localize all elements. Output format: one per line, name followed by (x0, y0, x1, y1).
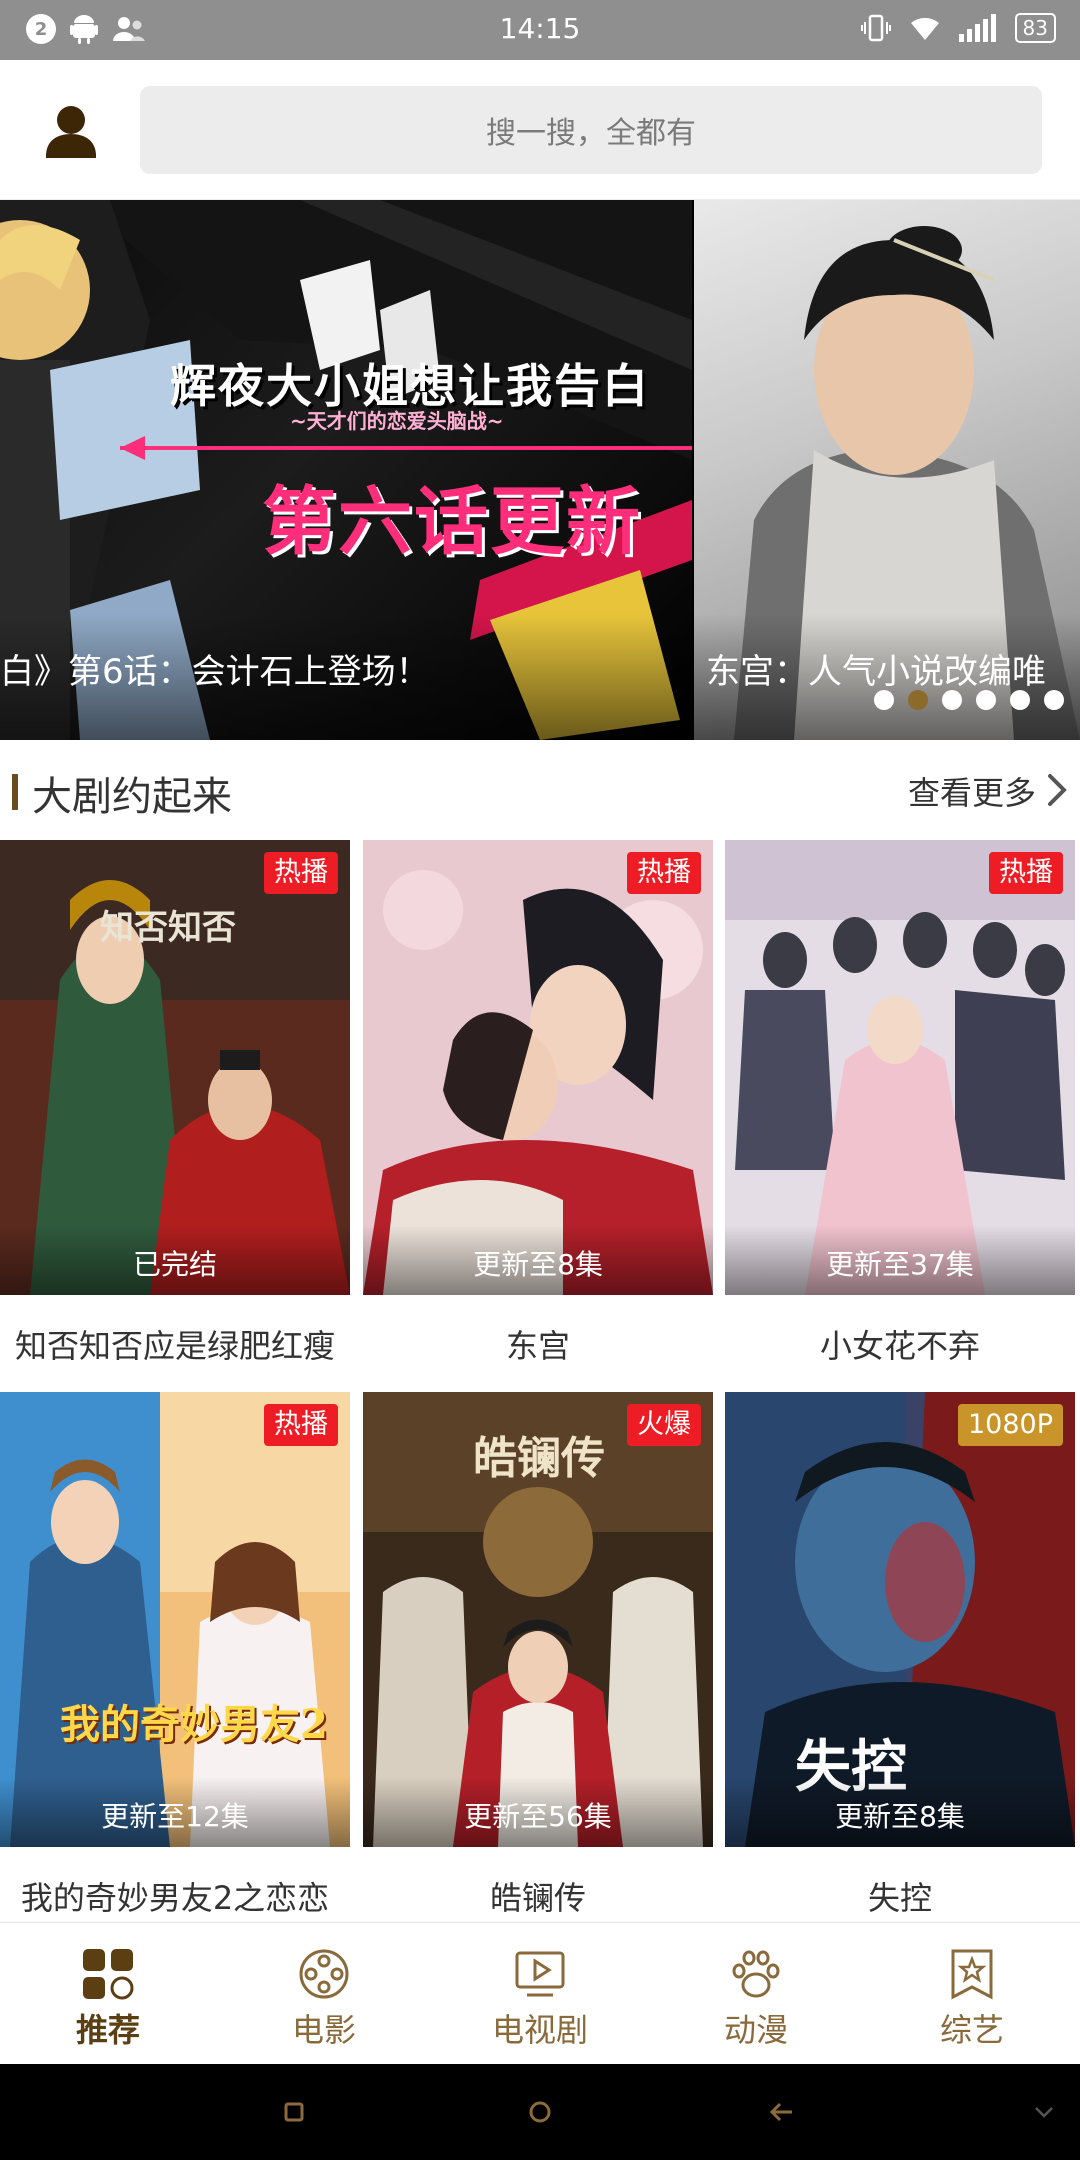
bottom-tab-bar: 推荐 电影 电视剧 动漫 综艺 (0, 1922, 1080, 2064)
show-card[interactable]: 知否知否 热播 已完结 知否知否应是绿肥红瘦 (0, 840, 350, 1361)
status-right: 83 (860, 13, 1056, 43)
film-reel-icon (299, 1949, 349, 1999)
system-navigation-bar (0, 2064, 1080, 2160)
show-card[interactable]: 皓镧传 火爆 更新至56集 皓镧传 (363, 1392, 713, 1913)
slide-headline: 第六话更新 (262, 479, 642, 565)
show-poster[interactable]: 知否知否 热播 已完结 (0, 840, 350, 1295)
status-bar: 2 14:15 83 (0, 0, 1080, 60)
tab-label: 动漫 (723, 2011, 788, 2049)
poster-title-text: 皓镧传 (473, 1433, 605, 1484)
recent-apps-icon[interactable] (276, 2094, 312, 2130)
tab-variety[interactable]: 综艺 (864, 1923, 1080, 2064)
show-badge: 火爆 (627, 1404, 701, 1446)
chevron-down-icon[interactable] (1030, 2094, 1058, 2130)
app-header: 搜一搜，全都有 (0, 60, 1080, 200)
user-avatar-icon[interactable] (42, 102, 100, 160)
paw-icon (732, 1950, 780, 1998)
show-poster[interactable]: 失控 1080P 更新至8集 (725, 1392, 1075, 1847)
carousel-dots (874, 690, 1064, 710)
show-badge: 热播 (264, 852, 338, 894)
carousel-dot[interactable] (1044, 690, 1064, 710)
carousel-dot[interactable] (1010, 690, 1030, 710)
show-title[interactable]: 我的奇妙男友2之恋恋 (0, 1873, 350, 1913)
show-title[interactable]: 失控 (725, 1873, 1075, 1913)
carousel-slide-kaguya[interactable]: 辉夜大小姐想让我告白 ~天才们的恋爱头脑战~ 第六话更新 白》第6话：会计石上登… (0, 200, 692, 740)
show-title[interactable]: 小女花不弃 (725, 1321, 1075, 1361)
see-more-link[interactable]: 查看更多 (908, 768, 1036, 814)
show-card[interactable]: 我的奇妙男友2 热播 更新至12集 我的奇妙男友2之恋恋 (0, 1392, 350, 1913)
tv-play-icon (515, 1951, 565, 1997)
slide-caption: 白》第6话：会计石上登场！ (0, 614, 692, 740)
show-title[interactable]: 皓镧传 (363, 1873, 713, 1913)
tab-label: 综艺 (939, 2011, 1004, 2049)
tab-label: 电视剧 (491, 2011, 588, 2049)
tab-label: 电影 (291, 2011, 356, 2049)
show-badge: 热播 (264, 1404, 338, 1446)
show-poster[interactable]: 热播 更新至8集 (363, 840, 713, 1295)
signal-icon (958, 14, 996, 42)
show-badge: 1080P (958, 1404, 1063, 1446)
home-icon[interactable] (522, 2094, 558, 2130)
carousel-dot[interactable] (976, 690, 996, 710)
tab-movies[interactable]: 电影 (216, 1923, 432, 2064)
carousel-slide-donggong[interactable]: 东宫：人气小说改编唯 (694, 200, 1080, 740)
show-card[interactable]: 失控 1080P 更新至8集 失控 (725, 1392, 1075, 1913)
show-title[interactable]: 东宫 (363, 1321, 713, 1361)
carousel-dot[interactable] (942, 690, 962, 710)
show-badge: 热播 (989, 852, 1063, 894)
episode-status: 更新至8集 (363, 1225, 713, 1295)
star-badge-icon (951, 1949, 993, 2000)
battery-level: 83 (1014, 13, 1056, 43)
tab-anime[interactable]: 动漫 (648, 1923, 864, 2064)
section-header: 大剧约起来 查看更多 (0, 740, 1080, 840)
promo-carousel[interactable]: 辉夜大小姐想让我告白 ~天才们的恋爱头脑战~ 第六话更新 白》第6话：会计石上登… (0, 200, 1080, 740)
carousel-dot[interactable] (874, 690, 894, 710)
show-card[interactable]: 热播 更新至8集 东宫 (363, 840, 713, 1361)
chevron-right-icon[interactable] (1042, 772, 1074, 808)
episode-status: 更新至12集 (0, 1777, 350, 1847)
section-title: 大剧约起来 (32, 774, 232, 820)
episode-status: 已完结 (0, 1225, 350, 1295)
show-title[interactable]: 知否知否应是绿肥红瘦 (0, 1321, 350, 1361)
poster-title-text: 我的奇妙男友2 (60, 1701, 328, 1748)
show-poster[interactable]: 热播 更新至37集 (725, 840, 1075, 1295)
back-icon[interactable] (764, 2094, 800, 2130)
search-input[interactable]: 搜一搜，全都有 (140, 86, 1042, 174)
slide-caption: 东宫：人气小说改编唯 (694, 614, 1080, 740)
show-card[interactable]: 热播 更新至37集 小女花不弃 (725, 840, 1075, 1361)
tab-tv-series[interactable]: 电视剧 (432, 1923, 648, 2064)
episode-status: 更新至37集 (725, 1225, 1075, 1295)
tab-recommend[interactable]: 推荐 (0, 1923, 216, 2064)
show-badge: 热播 (627, 852, 701, 894)
vibrate-icon (860, 14, 891, 42)
wifi-icon (910, 17, 939, 40)
carousel-dot[interactable] (908, 690, 928, 710)
section-accent-bar (12, 774, 18, 810)
app-screen: 2 14:15 83 搜一搜，全都有 辉夜大小姐想让我告白 ~天才们的恋爱头脑战… (0, 0, 1080, 2160)
tab-label: 推荐 (75, 2011, 140, 2049)
episode-status: 更新至8集 (725, 1777, 1075, 1847)
poster-title-text: 知否知否 (100, 908, 236, 948)
grid-icon (83, 1949, 134, 2000)
show-poster[interactable]: 皓镧传 火爆 更新至56集 (363, 1392, 713, 1847)
slide-subtitle: ~天才们的恋爱头脑战~ (290, 409, 504, 433)
episode-status: 更新至56集 (363, 1777, 713, 1847)
show-poster[interactable]: 我的奇妙男友2 热播 更新至12集 (0, 1392, 350, 1847)
